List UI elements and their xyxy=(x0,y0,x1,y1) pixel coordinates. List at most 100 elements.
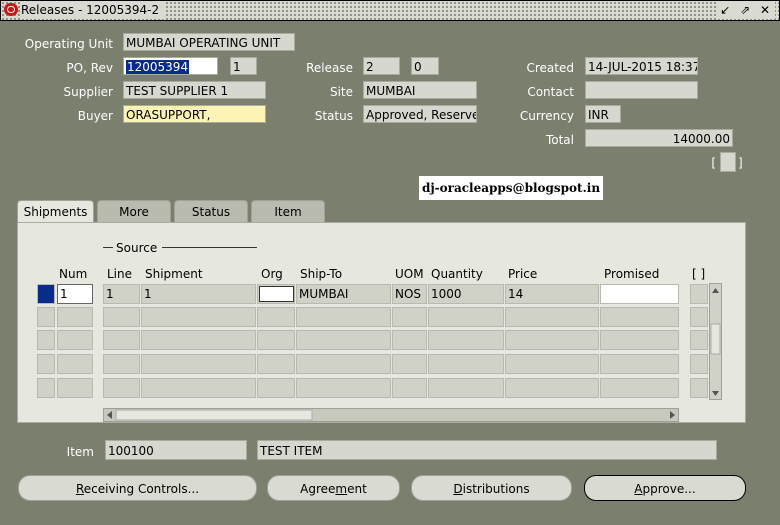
tab-status[interactable]: Status xyxy=(174,200,248,222)
row-1-shipment[interactable]: 1 xyxy=(141,284,256,304)
status-field[interactable]: Approved, Reserved xyxy=(363,105,477,123)
row-3-line[interactable] xyxy=(103,330,140,350)
row-2-line[interactable] xyxy=(103,307,140,327)
row-2-flex[interactable] xyxy=(690,307,708,327)
window-controls-icon[interactable]: ↙ ⇗ ✕ xyxy=(718,2,775,19)
row-3-org[interactable] xyxy=(257,330,295,350)
row-5-num[interactable] xyxy=(57,378,93,398)
release-field[interactable]: 2 xyxy=(363,57,400,75)
scroll-down-icon[interactable] xyxy=(712,391,719,396)
row-5-promised[interactable] xyxy=(600,378,679,398)
row-4-line[interactable] xyxy=(103,354,140,374)
row-1-line[interactable]: 1 xyxy=(103,284,140,304)
row-3-num[interactable] xyxy=(57,330,93,350)
scroll-up-icon[interactable] xyxy=(712,288,719,293)
row-4-num[interactable] xyxy=(57,354,93,374)
row-5-shipto[interactable] xyxy=(296,378,391,398)
row-5-org[interactable] xyxy=(257,378,295,398)
supplier-field[interactable]: TEST SUPPLIER 1 xyxy=(123,81,266,99)
row-1-shipto[interactable]: MUMBAI xyxy=(296,284,391,304)
row-1-org-cell[interactable] xyxy=(257,284,295,304)
row-3-shipto[interactable] xyxy=(296,330,391,350)
agreement-post: ent xyxy=(347,482,367,496)
row-2-indicator[interactable] xyxy=(37,307,55,327)
row-4-price[interactable] xyxy=(505,354,599,374)
row-3-indicator[interactable] xyxy=(37,330,55,350)
po-number-field[interactable]: 12005394 xyxy=(123,57,218,75)
col-num-header: Num xyxy=(59,267,88,281)
row-2-shipment[interactable] xyxy=(141,307,256,327)
scroll-right-icon[interactable] xyxy=(670,411,675,419)
release-rev-field[interactable]: 0 xyxy=(411,57,439,75)
po-rev-label: PO, Rev xyxy=(66,61,113,75)
row-2-promised[interactable] xyxy=(600,307,679,327)
row-4-shipto[interactable] xyxy=(296,354,391,374)
row-2-shipto[interactable] xyxy=(296,307,391,327)
total-field[interactable]: 14000.00 xyxy=(585,129,733,147)
row-2-quantity[interactable] xyxy=(428,307,504,327)
row-1-quantity[interactable]: 1000 xyxy=(428,284,504,304)
row-4-indicator[interactable] xyxy=(37,354,55,374)
contact-label: Contact xyxy=(527,85,574,99)
row-3-flex[interactable] xyxy=(690,330,708,350)
contact-field[interactable] xyxy=(585,81,698,99)
row-5-line[interactable] xyxy=(103,378,140,398)
receiving-controls-button[interactable]: Receiving Controls... xyxy=(18,475,257,501)
operating-unit-field[interactable]: MUMBAI OPERATING UNIT xyxy=(123,33,295,51)
po-rev-field[interactable]: 1 xyxy=(230,57,257,75)
buyer-field[interactable]: ORASUPPORT, xyxy=(123,105,266,123)
tab-item[interactable]: Item xyxy=(251,200,325,222)
site-field[interactable]: MUMBAI xyxy=(363,81,477,99)
row-1-flex[interactable] xyxy=(690,284,708,304)
row-5-quantity[interactable] xyxy=(428,378,504,398)
agreement-mnemonic: m xyxy=(335,482,348,496)
row-2-org[interactable] xyxy=(257,307,295,327)
operating-unit-label: Operating Unit xyxy=(24,37,113,51)
scroll-left-icon[interactable] xyxy=(107,411,112,419)
horizontal-scrollbar[interactable] xyxy=(103,408,679,422)
row-3-promised[interactable] xyxy=(600,330,679,350)
row-4-flex[interactable] xyxy=(690,354,708,374)
row-5-indicator[interactable] xyxy=(37,378,55,398)
buyer-label: Buyer xyxy=(77,109,113,123)
row-4-promised[interactable] xyxy=(600,354,679,374)
status-label: Status xyxy=(314,109,353,123)
flexfield-button[interactable] xyxy=(720,152,736,172)
row-3-uom[interactable] xyxy=(392,330,427,350)
item-description-field[interactable]: TEST ITEM xyxy=(257,440,717,460)
row-5-flex[interactable] xyxy=(690,378,708,398)
row-4-org[interactable] xyxy=(257,354,295,374)
row-1-promised[interactable] xyxy=(600,284,679,304)
row-4-shipment[interactable] xyxy=(141,354,256,374)
created-field[interactable]: 14-JUL-2015 18:37: xyxy=(585,57,698,75)
row-4-quantity[interactable] xyxy=(428,354,504,374)
row-1-uom[interactable]: NOS xyxy=(392,284,427,304)
scroll-thumb[interactable] xyxy=(710,323,721,355)
distributions-button[interactable]: Distributions xyxy=(411,475,572,501)
row-1-indicator[interactable] xyxy=(37,284,55,304)
row-3-shipment[interactable] xyxy=(141,330,256,350)
tab-more[interactable]: More xyxy=(97,200,171,222)
po-number-selected-text: 12005394 xyxy=(126,60,190,74)
row-1-num[interactable]: 1 xyxy=(57,284,93,304)
currency-field[interactable]: INR xyxy=(585,105,621,123)
row-5-shipment[interactable] xyxy=(141,378,256,398)
row-1-price[interactable]: 14 xyxy=(505,284,599,304)
vertical-scrollbar[interactable] xyxy=(709,283,722,400)
row-3-quantity[interactable] xyxy=(428,330,504,350)
col-uom-header: UOM xyxy=(395,267,424,281)
agreement-button[interactable]: Agreement xyxy=(267,475,400,501)
tab-shipments[interactable]: Shipments xyxy=(17,200,94,224)
item-code-field[interactable]: 100100 xyxy=(105,440,247,460)
row-2-num[interactable] xyxy=(57,307,93,327)
row-2-uom[interactable] xyxy=(392,307,427,327)
row-5-price[interactable] xyxy=(505,378,599,398)
approve-button[interactable]: Approve... xyxy=(584,475,746,501)
row-1-org[interactable] xyxy=(259,286,294,302)
row-5-uom[interactable] xyxy=(392,378,427,398)
source-group-line-left xyxy=(103,247,113,248)
row-4-uom[interactable] xyxy=(392,354,427,374)
row-3-price[interactable] xyxy=(505,330,599,350)
row-2-price[interactable] xyxy=(505,307,599,327)
horizontal-scroll-thumb[interactable] xyxy=(115,409,313,421)
